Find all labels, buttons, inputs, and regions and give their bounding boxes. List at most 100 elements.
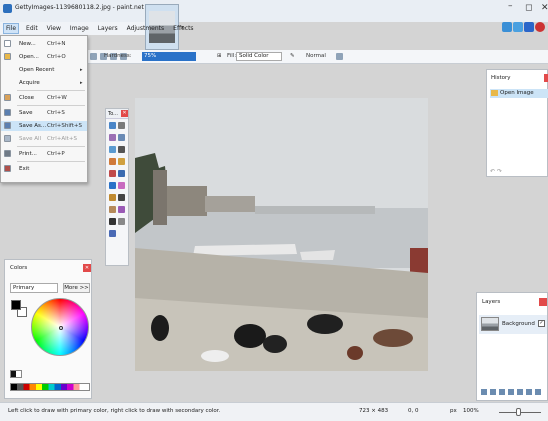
history-item[interactable]: Open Image [490,89,548,98]
layers-window-icon[interactable] [524,22,534,32]
status-bar: Left click to draw with primary color, r… [0,402,548,421]
file-menu-label: New... [19,41,36,47]
move-selection-tool-icon[interactable] [118,134,125,141]
file-menu-item-open[interactable]: Open... Ctrl+O [1,52,87,62]
layer-visibility-checkbox[interactable]: ✓ [538,320,545,327]
blend-mode-select[interactable]: Normal [306,53,326,59]
primary-color-swatch[interactable] [11,300,21,310]
pencil-tool-icon[interactable] [109,194,116,201]
gradient-tool-icon[interactable] [118,170,125,177]
tools-window-icon[interactable] [502,22,512,32]
save-icon [4,109,11,116]
zoom-slider-thumb[interactable] [516,408,521,416]
magic-wand-tool-icon[interactable] [109,158,116,165]
file-menu-label: Save [19,110,33,116]
colors-window-icon[interactable] [535,22,545,32]
undo-icon[interactable]: ↶ [490,168,495,175]
shapes-tool-icon[interactable] [109,230,116,237]
minimize-button[interactable]: – [508,1,513,11]
lasso-tool-icon[interactable] [109,134,116,141]
default-colors-icon[interactable] [10,370,22,378]
layer-row[interactable]: Background ✓ [479,315,547,334]
fill-select[interactable]: Solid Color [236,52,282,61]
file-menu-shortcut: Ctrl+N [47,41,66,47]
menu-bar: File Edit View Image Layers Adjustments … [0,22,194,35]
file-menu-item-new[interactable]: New... Ctrl+N [1,39,87,49]
file-menu-item-open-recent[interactable]: Open Recent ▸ [1,65,87,75]
ellipse-select-tool-icon[interactable] [109,146,116,153]
tools-close-button[interactable]: ✕ [121,110,128,117]
menu-adjustments[interactable]: Adjustments [125,24,167,33]
paintbrush-tool-icon[interactable] [109,182,116,189]
layers-panel: Layers Background ✓ [476,292,548,401]
close-doc-icon [4,94,11,101]
menu-layers[interactable]: Layers [96,24,120,33]
redo-icon[interactable]: ↷ [497,168,502,175]
layers-close-button[interactable] [539,298,547,306]
layer-properties-icon[interactable] [535,389,541,395]
history-close-button[interactable] [544,74,548,82]
image-canvas[interactable] [135,98,428,371]
file-menu-label: Exit [19,166,30,172]
move-up-icon[interactable] [517,389,523,395]
hardness-stepper-icon[interactable]: ⊞ [217,53,222,59]
image-size-readout: 723 × 483 [359,408,389,414]
menu-view[interactable]: View [45,24,63,33]
eraser-tool-icon[interactable] [118,182,125,189]
recolor-tool-icon[interactable] [118,206,125,213]
menu-separator [17,146,85,147]
color-wheel-marker[interactable] [59,326,63,330]
pencil-icon[interactable]: ✎ [290,53,295,59]
line-tool-icon[interactable] [118,218,125,225]
more-colors-button[interactable]: More >> [63,283,90,293]
submenu-arrow-icon: ▸ [80,67,83,73]
duplicate-layer-icon[interactable] [499,389,505,395]
alpha-icons-group[interactable] [336,53,343,61]
menu-file[interactable]: File [3,23,20,34]
file-menu-item-close[interactable]: Close Ctrl+W [1,93,87,103]
file-menu-item-exit[interactable]: Exit [1,164,87,174]
maximize-button[interactable]: ◻ [525,3,532,13]
add-layer-icon[interactable] [481,389,487,395]
menu-edit[interactable]: Edit [24,24,40,33]
move-tool-icon[interactable] [118,122,125,129]
file-menu-item-acquire[interactable]: Acquire ▸ [1,78,87,88]
primary-secondary-select[interactable]: Primary [10,283,58,293]
zoom-tool-icon[interactable] [118,146,125,153]
menu-image[interactable]: Image [68,24,91,33]
delete-layer-icon[interactable] [490,389,496,395]
units-select[interactable]: px [450,408,457,414]
merge-layer-icon[interactable] [508,389,514,395]
hardness-input[interactable]: 75% [142,52,196,61]
file-menu-shortcut: Ctrl+O [47,54,66,60]
zoom-level[interactable]: 100% [463,408,479,414]
colors-close-button[interactable]: ✕ [83,264,91,272]
file-menu-shortcut: Ctrl+S [47,110,65,116]
pan-tool-icon[interactable] [118,158,125,165]
file-menu-item-save-as[interactable]: Save As... Ctrl+Shift+S [1,121,87,131]
history-window-icon[interactable] [513,22,523,32]
file-menu-item-print[interactable]: Print... Ctrl+P [1,149,87,159]
file-menu-label: Open... [19,54,39,60]
menu-separator [17,161,85,162]
clone-stamp-tool-icon[interactable] [109,206,116,213]
color-palette-strip[interactable] [10,383,90,391]
rect-select-tool-icon[interactable] [109,122,116,129]
text-tool-icon[interactable] [109,218,116,225]
file-menu-label: Acquire [19,80,40,86]
menu-effects[interactable]: Effects [171,24,195,33]
file-menu-item-save-all: Save All Ctrl+Alt+S [1,134,87,144]
file-menu-shortcut: Ctrl+Shift+S [47,123,82,129]
fill-label: Fill: [227,53,237,59]
paint-bucket-tool-icon[interactable] [109,170,116,177]
color-picker-tool-icon[interactable] [118,194,125,201]
file-menu-label: Print... [19,151,37,157]
file-menu-item-save[interactable]: Save Ctrl+S [1,108,87,118]
file-menu-label: Open Recent [19,67,55,73]
print-icon [4,150,11,157]
status-hint: Left click to draw with primary color, r… [8,408,221,414]
window-title: GettyImages-1139680118.2.jpg - paint.net… [15,4,156,11]
move-down-icon[interactable] [526,389,532,395]
layers-panel-title: Layers [482,299,501,305]
close-window-button[interactable]: ✕ [541,3,548,13]
